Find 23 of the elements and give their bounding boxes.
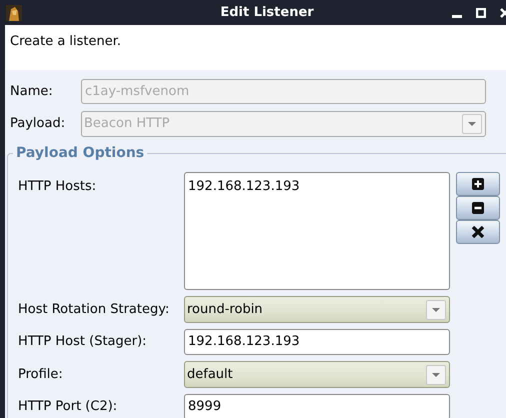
field-label: HTTP Hosts: [18, 178, 98, 196]
text-field[interactable]: 192.168.123.193 [184, 329, 450, 355]
hosts-list[interactable]: 192.168.123.193 [184, 172, 450, 290]
field-label: HTTP Host (Stager): [18, 333, 148, 352]
text-field[interactable]: 8999 [184, 394, 450, 418]
field-label: Payload: [10, 115, 66, 134]
window-title: Edit Listener [220, 4, 314, 22]
x-icon [471, 226, 485, 238]
description-text: Create a listener. [10, 33, 122, 51]
maximize-icon[interactable] [476, 8, 486, 18]
field-label: Name: [10, 82, 54, 101]
add-button[interactable] [456, 172, 500, 196]
field-label: Profile: [18, 366, 64, 384]
list-item[interactable]: 192.168.123.193 [188, 177, 446, 196]
field-label: HTTP Port (C2): [18, 398, 118, 416]
dropdown[interactable]: round-robin [184, 296, 450, 323]
field-label: Host Rotation Strategy: [18, 300, 170, 319]
app-logo-icon [6, 4, 22, 20]
plus-icon [472, 178, 484, 190]
clear-button[interactable] [456, 220, 500, 244]
minus-icon [472, 202, 484, 214]
dropdown[interactable]: default [184, 361, 450, 388]
remove-button[interactable] [456, 196, 500, 220]
